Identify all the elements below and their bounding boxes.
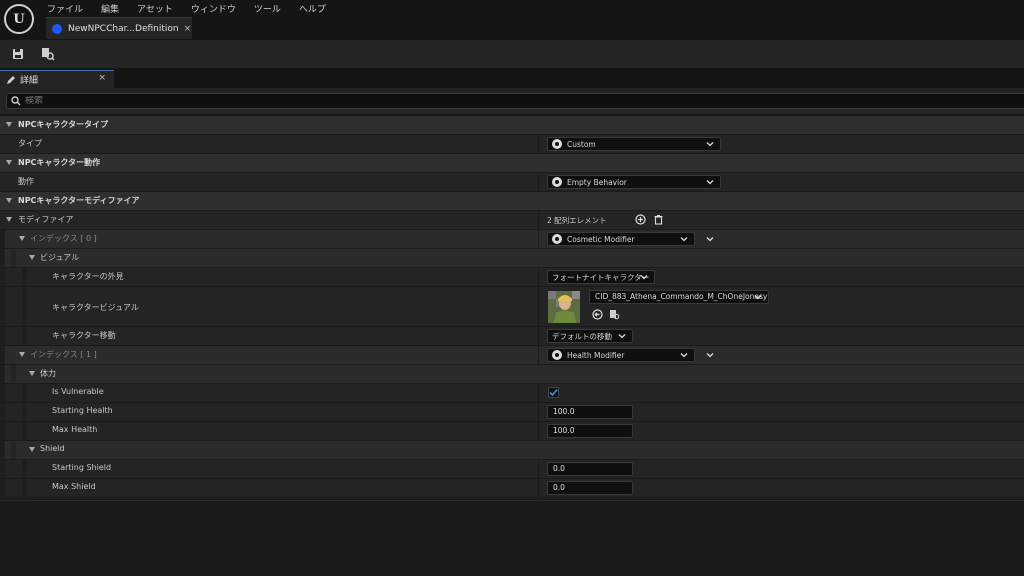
toolbar — [0, 40, 1024, 68]
details-empty-area — [0, 500, 1024, 576]
menu-asset[interactable]: アセット — [128, 0, 182, 16]
close-icon[interactable]: × — [184, 24, 192, 34]
max-shield-input[interactable]: 0.0 — [547, 481, 633, 495]
type-dropdown[interactable]: Custom — [547, 137, 721, 151]
search-input[interactable] — [25, 96, 925, 106]
clear-array-button[interactable] — [652, 213, 664, 225]
chevron-down-icon — [706, 180, 714, 185]
menu-tools[interactable]: ツール — [245, 0, 290, 16]
add-element-button[interactable] — [634, 213, 646, 225]
menu-bar: ファイル 編集 アセット ウィンドウ ツール ヘルプ — [38, 0, 335, 16]
property-starting-shield: Starting Shield 0.0 — [0, 460, 1024, 479]
is-vulnerable-checkbox[interactable] — [548, 387, 559, 398]
chevron-down-icon — [618, 334, 626, 339]
class-icon — [552, 234, 562, 244]
category-npc-type[interactable]: NPCキャラクタータイプ — [0, 116, 1024, 135]
menu-window[interactable]: ウィンドウ — [182, 0, 245, 16]
chevron-down-icon — [680, 237, 688, 242]
search-box — [6, 93, 1024, 109]
trash-icon — [654, 214, 662, 225]
character-thumbnail[interactable] — [547, 290, 581, 324]
pencil-icon — [7, 75, 15, 84]
array-index-0[interactable]: インデックス [ 0 ] Cosmetic Modifier — [0, 230, 1024, 249]
property-behavior: 動作 Empty Behavior — [0, 173, 1024, 192]
movement-dropdown[interactable]: デフォルトの移動 — [547, 329, 633, 343]
browse-asset-button[interactable] — [608, 308, 620, 320]
max-health-input[interactable]: 100.0 — [547, 424, 633, 438]
plus-circle-icon — [634, 213, 646, 225]
property-character-appearance: キャラクターの外見 フォートナイトキャラクター — [0, 268, 1024, 287]
property-character-movement: キャラクター移動 デフォルトの移動 — [0, 327, 1024, 346]
property-max-shield: Max Shield 0.0 — [0, 479, 1024, 498]
class-icon — [552, 139, 562, 149]
class-icon — [552, 177, 562, 187]
chevron-down-icon — [640, 275, 648, 280]
expand-arrow-icon[interactable] — [19, 236, 25, 241]
property-modifiers-array[interactable]: モディファイア 2 配列エレメント — [0, 211, 1024, 230]
unreal-logo-icon[interactable]: U — [4, 4, 34, 34]
property-grid: NPCキャラクタータイプ タイプ Custom NPCキャラクター動作 動作 E… — [0, 116, 1024, 500]
expand-arrow-icon[interactable] — [29, 447, 35, 452]
element-options-chevron-icon[interactable] — [706, 235, 714, 243]
starting-health-input[interactable]: 100.0 — [547, 405, 633, 419]
property-starting-health: Starting Health 100.0 — [0, 403, 1024, 422]
details-tab-label: 詳細 — [20, 76, 39, 86]
expand-arrow-icon[interactable] — [29, 371, 35, 376]
menu-edit[interactable]: 編集 — [92, 0, 128, 16]
expand-arrow-icon[interactable] — [19, 352, 25, 357]
starting-shield-input[interactable]: 0.0 — [547, 462, 633, 476]
array-index-1[interactable]: インデックス [ 1 ] Health Modifier — [0, 346, 1024, 365]
expand-arrow-icon[interactable] — [6, 122, 12, 127]
close-icon[interactable]: × — [98, 73, 106, 83]
appearance-dropdown[interactable]: フォートナイトキャラクター — [547, 270, 655, 284]
arrow-left-circle-icon — [591, 308, 603, 320]
property-max-health: Max Health 100.0 — [0, 422, 1024, 441]
search-area — [0, 88, 1024, 114]
checkmark-icon — [549, 388, 558, 397]
search-icon — [11, 96, 21, 106]
character-visual-picker[interactable]: CID_883_Athena_Commando_M_ChOneJonesy — [589, 290, 769, 304]
modifier-class-dropdown[interactable]: Health Modifier — [547, 348, 695, 362]
array-element-count: 2 配列エレメント — [547, 216, 607, 225]
browse-button[interactable] — [40, 46, 56, 62]
expand-arrow-icon[interactable] — [29, 255, 35, 260]
chevron-down-icon — [754, 295, 762, 300]
subcategory-health[interactable]: 体力 — [0, 365, 1024, 384]
category-npc-behavior[interactable]: NPCキャラクター動作 — [0, 154, 1024, 173]
modifier-class-dropdown[interactable]: Cosmetic Modifier — [547, 232, 695, 246]
chevron-down-icon — [680, 353, 688, 358]
subcategory-shield[interactable]: Shield — [0, 441, 1024, 460]
property-type: タイプ Custom — [0, 135, 1024, 154]
expand-arrow-icon[interactable] — [6, 217, 12, 222]
use-selected-button[interactable] — [591, 308, 603, 320]
character-portrait-icon — [548, 291, 580, 323]
property-is-vulnerable: Is Vulnerable — [0, 384, 1024, 403]
chevron-down-icon — [706, 142, 714, 147]
browse-folder-icon — [42, 48, 55, 61]
element-options-chevron-icon[interactable] — [706, 351, 714, 359]
title-bar: U ファイル 編集 アセット ウィンドウ ツール ヘルプ NewNPCChar.… — [0, 0, 1024, 40]
behavior-dropdown[interactable]: Empty Behavior — [547, 175, 721, 189]
details-tab[interactable]: 詳細 × — [0, 70, 114, 88]
menu-help[interactable]: ヘルプ — [290, 0, 335, 16]
category-npc-modifiers[interactable]: NPCキャラクターモディファイア — [0, 192, 1024, 211]
subcategory-visual[interactable]: ビジュアル — [0, 249, 1024, 268]
browse-folder-icon — [609, 309, 619, 319]
asset-icon — [52, 23, 62, 34]
property-character-visual: キャラクタービジュアル CID_883_Athena_Commando_M_Ch… — [0, 287, 1024, 327]
expand-arrow-icon[interactable] — [6, 160, 12, 165]
save-button[interactable] — [10, 46, 26, 62]
menu-file[interactable]: ファイル — [38, 0, 92, 16]
expand-arrow-icon[interactable] — [6, 198, 12, 203]
save-icon — [13, 49, 23, 59]
class-icon — [552, 350, 562, 360]
document-tab[interactable]: NewNPCChar...Definition × — [46, 17, 192, 39]
details-tab-strip: 詳細 × — [0, 68, 1024, 88]
document-tab-label: NewNPCChar...Definition — [68, 23, 179, 34]
